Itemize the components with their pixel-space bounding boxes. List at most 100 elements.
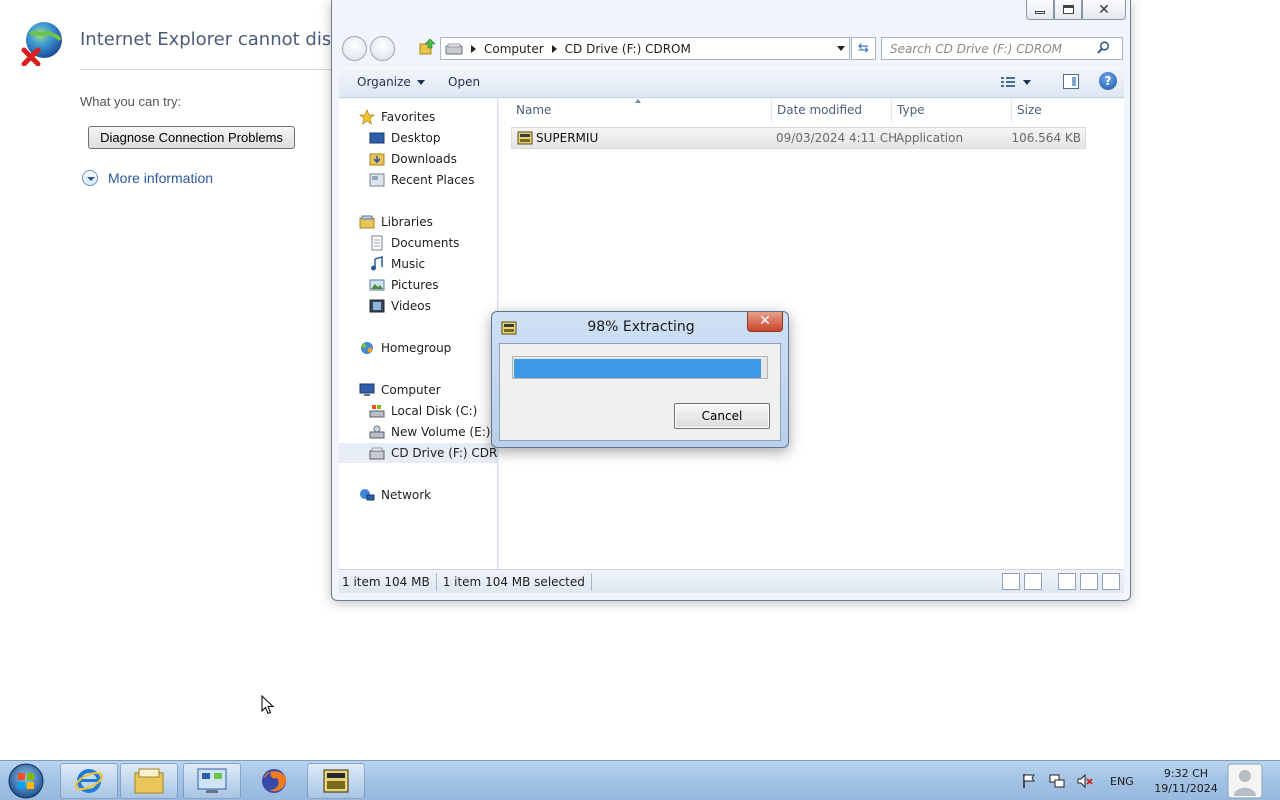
open-button[interactable]: Open <box>448 75 480 89</box>
address-bar[interactable]: Computer CD Drive (F:) CDROM <box>440 37 850 60</box>
caret-down-icon <box>1023 79 1031 85</box>
dialog-title: 98% Extracting <box>587 319 695 335</box>
nav-favorites[interactable]: Favorites <box>359 107 435 127</box>
organize-menu[interactable]: Organize <box>357 75 425 89</box>
details-pane-toggle[interactable] <box>1102 573 1120 590</box>
divider <box>80 69 335 70</box>
nav-network[interactable]: Network <box>359 485 431 505</box>
cancel-button[interactable]: Cancel <box>674 403 770 429</box>
application-icon <box>517 131 533 145</box>
address-dropdown-icon[interactable] <box>837 46 845 51</box>
file-name: SUPERMIU <box>536 131 599 145</box>
taskbar-internet-explorer[interactable] <box>60 763 118 799</box>
nav-music-label: Music <box>391 257 426 271</box>
breadcrumb-computer[interactable]: Computer <box>484 42 544 56</box>
taskbar-extractor-app[interactable] <box>307 763 365 799</box>
language-indicator[interactable]: ENG <box>1110 775 1134 788</box>
desktop-icon <box>369 132 385 144</box>
nav-new-volume[interactable]: New Volume (E:) <box>369 422 490 442</box>
libraries-icon <box>359 215 375 229</box>
navigation-pane: Favorites Desktop Downloads Recent Place… <box>339 99 498 569</box>
navigation-bar: Computer CD Drive (F:) CDROM ⇆ Search CD… <box>340 34 1124 62</box>
nav-pictures[interactable]: Pictures <box>369 275 439 295</box>
start-button[interactable] <box>6 762 46 800</box>
column-separator[interactable] <box>771 99 772 123</box>
taskbar-windows-explorer[interactable] <box>120 763 178 799</box>
thumbnail-view-button[interactable] <box>1024 573 1042 590</box>
close-button[interactable]: ✕ <box>1082 0 1126 20</box>
nav-pictures-label: Pictures <box>391 278 439 292</box>
system-clock[interactable]: 9:32 CH 19/11/2024 <box>1150 766 1222 796</box>
file-row[interactable]: SUPERMIU 09/03/2024 4:11 CH Application … <box>511 127 1086 149</box>
nav-computer[interactable]: Computer <box>359 380 441 400</box>
nav-recent-places[interactable]: Recent Places <box>369 170 474 190</box>
file-date: 09/03/2024 4:11 CH <box>776 131 898 145</box>
column-header-name[interactable]: Name <box>516 103 551 117</box>
refresh-button[interactable]: ⇆ <box>851 37 876 60</box>
nav-network-label: Network <box>381 488 432 502</box>
nav-local-disk[interactable]: Local Disk (C:) <box>369 401 477 421</box>
status-item-count: 1 item 104 MB <box>342 574 430 589</box>
user-avatar-icon[interactable] <box>1227 763 1263 799</box>
nav-desktop[interactable]: Desktop <box>369 128 441 148</box>
taskbar-control-panel[interactable] <box>183 763 241 799</box>
taskbar-firefox[interactable] <box>245 763 303 799</box>
nav-documents[interactable]: Documents <box>369 233 459 253</box>
cd-drive-icon <box>369 447 385 460</box>
volume-muted-icon[interactable] <box>1076 772 1094 790</box>
nav-documents-label: Documents <box>391 236 460 250</box>
progress-bar <box>512 356 768 379</box>
music-icon <box>371 256 383 271</box>
nav-homegroup[interactable]: Homegroup <box>359 338 451 358</box>
action-center-flag-icon[interactable] <box>1020 772 1038 790</box>
nav-libraries[interactable]: Libraries <box>359 212 433 232</box>
network-status-icon[interactable] <box>1048 772 1066 790</box>
back-button[interactable] <box>342 36 367 61</box>
more-information-link[interactable]: More information <box>82 170 213 186</box>
diagnose-connection-button[interactable]: Diagnose Connection Problems <box>88 126 295 149</box>
status-view-buttons <box>1002 573 1120 590</box>
column-header-type[interactable]: Type <box>897 103 925 117</box>
dialog-close-button[interactable]: ✕ <box>747 312 783 332</box>
minimize-button[interactable] <box>1026 0 1054 20</box>
computer-icon <box>359 383 375 396</box>
status-bar: 1 item 104 MB 1 item 104 MB selected <box>339 569 1124 593</box>
forward-button[interactable] <box>370 36 395 61</box>
application-icon <box>323 769 349 793</box>
file-size: 106.564 KB <box>1011 131 1081 145</box>
nav-downloads[interactable]: Downloads <box>369 149 457 169</box>
nav-homegroup-label: Homegroup <box>381 341 452 355</box>
nav-music[interactable]: Music <box>369 254 425 274</box>
column-separator[interactable] <box>1011 99 1012 123</box>
column-header-size[interactable]: Size <box>1017 103 1042 117</box>
preview-pane-button[interactable] <box>1063 74 1079 89</box>
nav-recent-label: Recent Places <box>391 173 475 187</box>
control-panel-icon <box>197 768 227 793</box>
maximize-button[interactable] <box>1054 0 1082 20</box>
nav-cd-drive[interactable]: CD Drive (F:) CDROM <box>339 443 497 463</box>
breadcrumb-arrow-icon <box>471 44 476 53</box>
column-separator[interactable] <box>891 99 892 123</box>
nav-local-disk-label: Local Disk (C:) <box>391 404 478 418</box>
nav-videos[interactable]: Videos <box>369 296 431 316</box>
nav-favorites-label: Favorites <box>381 110 436 124</box>
firefox-icon <box>262 769 287 793</box>
details-view-button[interactable] <box>1002 573 1020 590</box>
breadcrumb-cd-drive[interactable]: CD Drive (F:) CDROM <box>565 42 691 56</box>
status-selected: 1 item 104 MB selected <box>442 574 585 589</box>
downloads-folder-icon <box>369 153 385 166</box>
search-input[interactable]: Search CD Drive (F:) CDROM <box>881 37 1123 60</box>
change-view-button[interactable] <box>1001 74 1037 90</box>
up-folder-icon[interactable] <box>418 38 436 56</box>
refresh-icon: ⇆ <box>858 41 869 56</box>
preview-pane-toggle[interactable] <box>1080 573 1098 590</box>
help-icon[interactable]: ? <box>1099 72 1117 90</box>
ie-error-title: Internet Explorer cannot display <box>80 29 330 50</box>
clock-date: 19/11/2024 <box>1154 782 1218 795</box>
column-header-date[interactable]: Date modified <box>777 103 862 117</box>
nav-videos-label: Videos <box>391 299 431 313</box>
nav-desktop-label: Desktop <box>391 131 441 145</box>
volume-drive-icon <box>369 425 385 439</box>
search-icon[interactable] <box>1097 41 1110 54</box>
layout-button[interactable] <box>1058 573 1076 590</box>
